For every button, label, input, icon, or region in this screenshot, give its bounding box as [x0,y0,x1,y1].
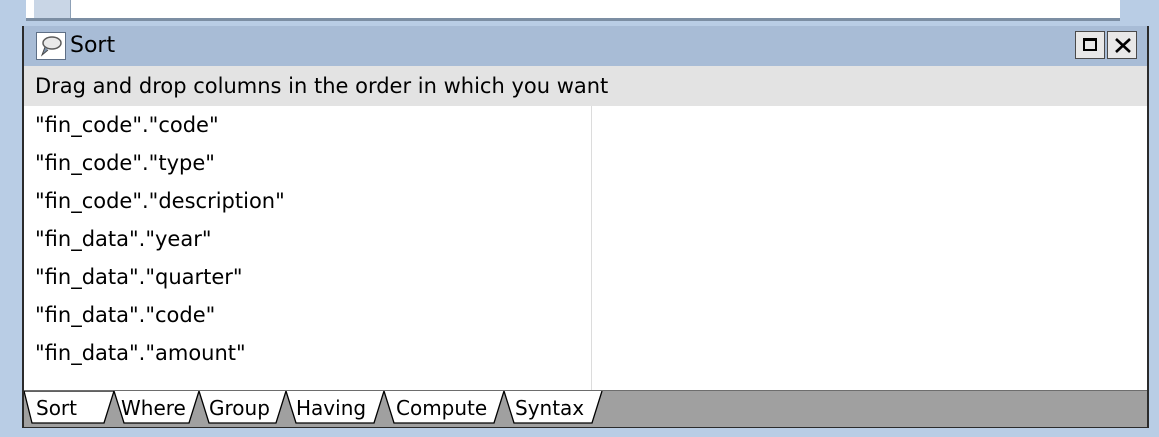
maximize-button[interactable] [1075,31,1105,59]
window-frame-bottom [0,428,1159,437]
panel-titlebar[interactable]: Sort [24,26,1147,67]
tab-group[interactable]: Group [209,393,270,423]
top-strip [0,0,1159,26]
sort-icon [36,32,66,60]
sort-panel: Sort Drag and drop columns in the order … [22,26,1149,428]
list-item[interactable]: "fin_code"."type" [24,144,1147,182]
maximize-icon [1083,38,1097,51]
tab-having[interactable]: Having [296,393,366,423]
window-frame-right [1149,26,1159,437]
tab-where[interactable]: Where [121,393,186,423]
list-divider [591,106,592,406]
tab-sort[interactable]: Sort [36,393,77,423]
upper-pane-stub [34,0,71,18]
list-item[interactable]: "fin_data"."year" [24,220,1147,258]
tab-compute[interactable]: Compute [396,393,487,423]
tab-outlines [24,391,603,424]
list-item[interactable]: "fin_data"."quarter" [24,258,1147,296]
tab-syntax[interactable]: Syntax [515,393,584,423]
column-list[interactable]: "fin_code"."code" "fin_code"."type" "fin… [24,106,1147,406]
close-icon [1115,38,1131,53]
panel-title: Sort [70,33,116,58]
instruction-text: Drag and drop columns in the order in wh… [24,66,1147,106]
list-item[interactable]: "fin_data"."code" [24,296,1147,334]
close-button[interactable] [1107,31,1137,59]
upper-pane-edge [26,0,1120,21]
tab-strip: Sort Where Group Having Compute Syntax [24,390,1147,427]
list-item[interactable]: "fin_code"."description" [24,182,1147,220]
list-item[interactable]: "fin_code"."code" [24,106,1147,144]
list-item[interactable]: "fin_data"."amount" [24,334,1147,372]
